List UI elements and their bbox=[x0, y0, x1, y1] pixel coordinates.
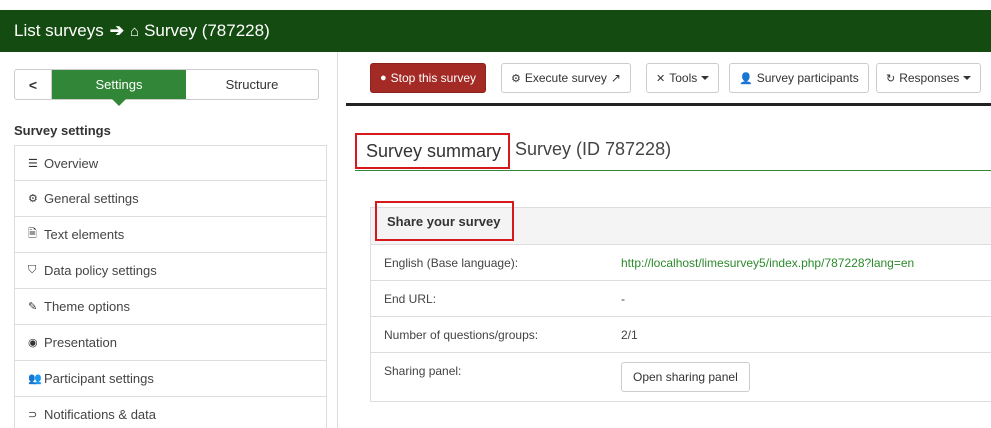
settings-menu: ☰ Overview ⚙ General settings 🗎 Text ele… bbox=[14, 145, 327, 428]
tab-structure[interactable]: Structure bbox=[186, 70, 318, 99]
share-panel-title: Share your survey bbox=[375, 201, 514, 241]
paintbrush-icon: ✎ bbox=[28, 301, 38, 313]
survey-participants-button[interactable]: 👤 Survey participants bbox=[729, 63, 869, 93]
share-row-end-url: End URL: - bbox=[371, 281, 991, 317]
caret-down-icon bbox=[963, 76, 972, 80]
sidebar-item-label: Participant settings bbox=[44, 371, 154, 386]
sidebar-item-label: Theme options bbox=[44, 299, 130, 314]
gear-icon: ⚙ bbox=[511, 72, 521, 85]
survey-id-title: Survey (ID 787228) bbox=[515, 139, 672, 159]
sidebar-item-presentation[interactable]: ◉ Presentation bbox=[14, 325, 327, 361]
share-panel-header: Share your survey bbox=[371, 201, 991, 245]
tools-label: Tools bbox=[669, 71, 698, 85]
top-strip bbox=[0, 0, 991, 10]
open-sharing-panel-button[interactable]: Open sharing panel bbox=[621, 362, 750, 392]
eye-icon: ◉ bbox=[28, 337, 38, 349]
sidebar-item-label: Overview bbox=[44, 155, 99, 171]
row-value: 2/1 bbox=[621, 328, 638, 342]
survey-toolbar: ● Stop this survey ⚙ Execute survey ↗ ✕ … bbox=[346, 52, 991, 106]
sidebar-item-participant-settings[interactable]: 👥 Participant settings bbox=[14, 361, 327, 397]
external-link-icon: ↗ bbox=[610, 71, 621, 85]
stop-survey-label: Stop this survey bbox=[390, 71, 477, 85]
sidebar-item-label: Presentation bbox=[44, 335, 117, 350]
sidebar-section-title: Survey settings bbox=[14, 123, 111, 138]
document-icon: 🗎 bbox=[28, 228, 37, 240]
gears-icon: ⚙ bbox=[28, 193, 38, 205]
execute-survey-button[interactable]: ⚙ Execute survey ↗ bbox=[501, 63, 631, 93]
home-icon: ⌂ bbox=[130, 22, 140, 40]
row-value: - bbox=[621, 292, 625, 306]
tab-settings[interactable]: Settings bbox=[52, 70, 186, 106]
share-row-question-count: Number of questions/groups: 2/1 bbox=[371, 317, 991, 353]
sidebar-item-label: Data policy settings bbox=[44, 263, 157, 278]
tools-dropdown-button[interactable]: ✕ Tools bbox=[646, 63, 720, 93]
row-label: Number of questions/groups: bbox=[384, 328, 539, 342]
responses-dropdown-button[interactable]: ↻ Responses bbox=[876, 63, 982, 93]
execute-survey-label: Execute survey bbox=[524, 71, 607, 85]
user-icon: 👤 bbox=[739, 72, 753, 85]
sidebar-item-general-settings[interactable]: ⚙ General settings bbox=[14, 181, 327, 217]
arrow-right-icon: ➔ bbox=[109, 21, 124, 40]
row-label: English (Base language): bbox=[384, 256, 519, 270]
sidebar-item-overview[interactable]: ☰ Overview bbox=[14, 145, 327, 181]
caret-down-icon bbox=[701, 76, 710, 80]
page-title: Survey summary bbox=[355, 133, 510, 169]
collapse-sidebar-button[interactable]: < bbox=[15, 70, 52, 99]
sidebar-tabs: < Settings Structure bbox=[14, 69, 319, 106]
refresh-icon: ↻ bbox=[886, 72, 896, 85]
survey-participants-label: Survey participants bbox=[756, 71, 859, 85]
survey-url-link[interactable]: http://localhost/limesurvey5/index.php/7… bbox=[621, 256, 914, 270]
share-row-base-language: English (Base language): http://localhos… bbox=[371, 245, 991, 281]
summary-header: Survey summary Survey (ID 787228) bbox=[355, 133, 991, 171]
stop-survey-button[interactable]: ● Stop this survey bbox=[370, 63, 487, 93]
sidebar-item-data-policy[interactable]: ⛉ Data policy settings bbox=[14, 253, 327, 289]
row-label: Sharing panel: bbox=[384, 364, 462, 378]
rss-icon: ⊃ bbox=[28, 409, 38, 421]
share-panel: Share your survey English (Base language… bbox=[370, 201, 991, 402]
breadcrumb-survey[interactable]: Survey (787228) bbox=[144, 21, 270, 41]
sidebar-item-label: Notifications & data bbox=[44, 407, 157, 422]
breadcrumb-list-surveys[interactable]: List surveys bbox=[14, 21, 104, 41]
stop-icon: ● bbox=[380, 72, 387, 84]
sidebar: < Settings Structure Survey settings ☰ O… bbox=[0, 52, 338, 428]
responses-label: Responses bbox=[899, 71, 960, 85]
sidebar-item-theme-options[interactable]: ✎ Theme options bbox=[14, 289, 327, 325]
list-icon: ☰ bbox=[28, 157, 38, 170]
breadcrumb-bar: List surveys ➔ ⌂ Survey (787228) bbox=[0, 10, 991, 52]
row-label: End URL: bbox=[384, 292, 437, 306]
sidebar-item-notifications[interactable]: ⊃ Notifications & data bbox=[14, 397, 327, 428]
sidebar-item-text-elements[interactable]: 🗎 Text elements bbox=[14, 217, 327, 253]
sidebar-item-label: Text elements bbox=[44, 227, 125, 242]
users-icon: 👥 bbox=[28, 373, 42, 385]
share-row-sharing-panel: Sharing panel: Open sharing panel bbox=[371, 353, 991, 402]
tools-icon: ✕ bbox=[656, 72, 666, 85]
shield-icon: ⛉ bbox=[28, 264, 37, 276]
sidebar-item-label: General settings bbox=[44, 191, 139, 206]
